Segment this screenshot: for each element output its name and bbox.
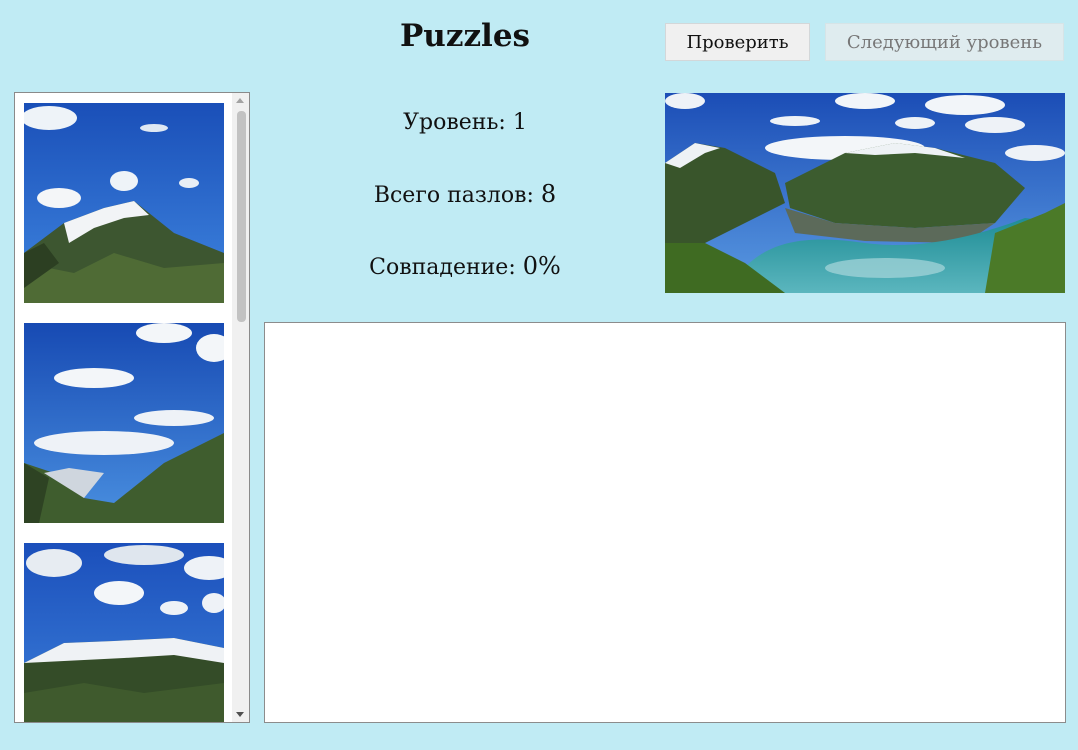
level-value: 1 [512, 110, 527, 135]
preview-image [665, 93, 1065, 293]
scroll-up-arrow-icon[interactable] [236, 98, 244, 103]
next-level-button[interactable]: Следующий уровень [825, 23, 1064, 61]
pieces-panel[interactable] [14, 92, 250, 723]
fjord-landscape-image [665, 93, 1065, 293]
puzzle-piece-image [24, 543, 224, 722]
puzzle-piece-image [24, 103, 224, 303]
total-label: Всего пазлов: [373, 183, 534, 208]
match-stat: Совпадение: 0% [300, 252, 630, 280]
scroll-down-arrow-icon[interactable] [236, 712, 244, 717]
total-value: 8 [540, 180, 557, 208]
match-value: 0% [522, 252, 561, 280]
total-stat: Всего пазлов: 8 [300, 180, 630, 208]
puzzle-piece-image [24, 323, 224, 523]
level-stat: Уровень: 1 [300, 110, 630, 135]
puzzle-piece[interactable] [24, 103, 224, 303]
puzzle-piece[interactable] [24, 543, 224, 722]
level-label: Уровень: [403, 110, 506, 135]
puzzle-piece[interactable] [24, 323, 224, 523]
puzzle-board[interactable] [264, 322, 1066, 723]
scroll-thumb[interactable] [237, 111, 246, 322]
match-label: Совпадение: [369, 255, 516, 280]
check-button[interactable]: Проверить [665, 23, 810, 61]
page-title: Puzzles [399, 18, 530, 54]
scrollbar[interactable] [232, 93, 249, 722]
